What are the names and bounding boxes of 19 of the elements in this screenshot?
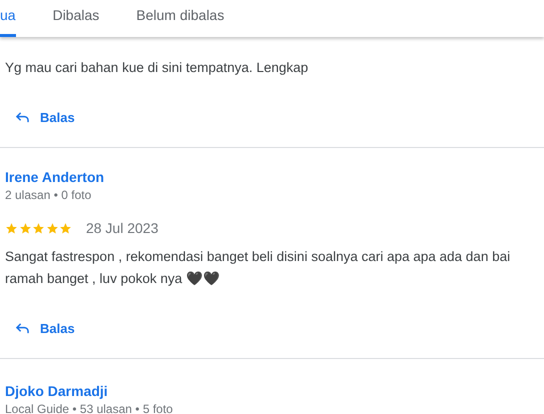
star-icon [46, 222, 60, 234]
tab[interactable]: Belum dibalas [136, 0, 224, 37]
review-date: 28 Jul 2023 [86, 220, 158, 236]
reply-icon [15, 111, 30, 124]
star-icon [32, 222, 46, 234]
reply-button[interactable]: Balas [7, 313, 83, 344]
review-text: Sangat fastrespon , rekomendasi banget beli disini soalnya cari apa apa ada dan bai ramah banget , luv pokok nya 🖤🖤 [5, 248, 512, 288]
reply-icon [15, 322, 30, 335]
tab[interactable]: Dibalas [52, 0, 100, 37]
reviewer-name[interactable]: Djoko Darmadji [5, 382, 539, 400]
star-icon [18, 222, 32, 234]
star-icon [5, 222, 19, 234]
reviewer-name[interactable]: Irene Anderton [5, 168, 539, 186]
review-text: Yg mau cari bahan kue di sini tempatnya. Lengkap [5, 59, 310, 77]
reviewer-info: Local Guide • 53 ulasan • 5 foto [5, 401, 174, 414]
reviewer-info: 2 ulasan • 0 foto [5, 187, 92, 204]
reply-button[interactable]: Balas [7, 102, 83, 133]
star-icon [59, 222, 73, 234]
tab[interactable]: ua [0, 0, 16, 37]
